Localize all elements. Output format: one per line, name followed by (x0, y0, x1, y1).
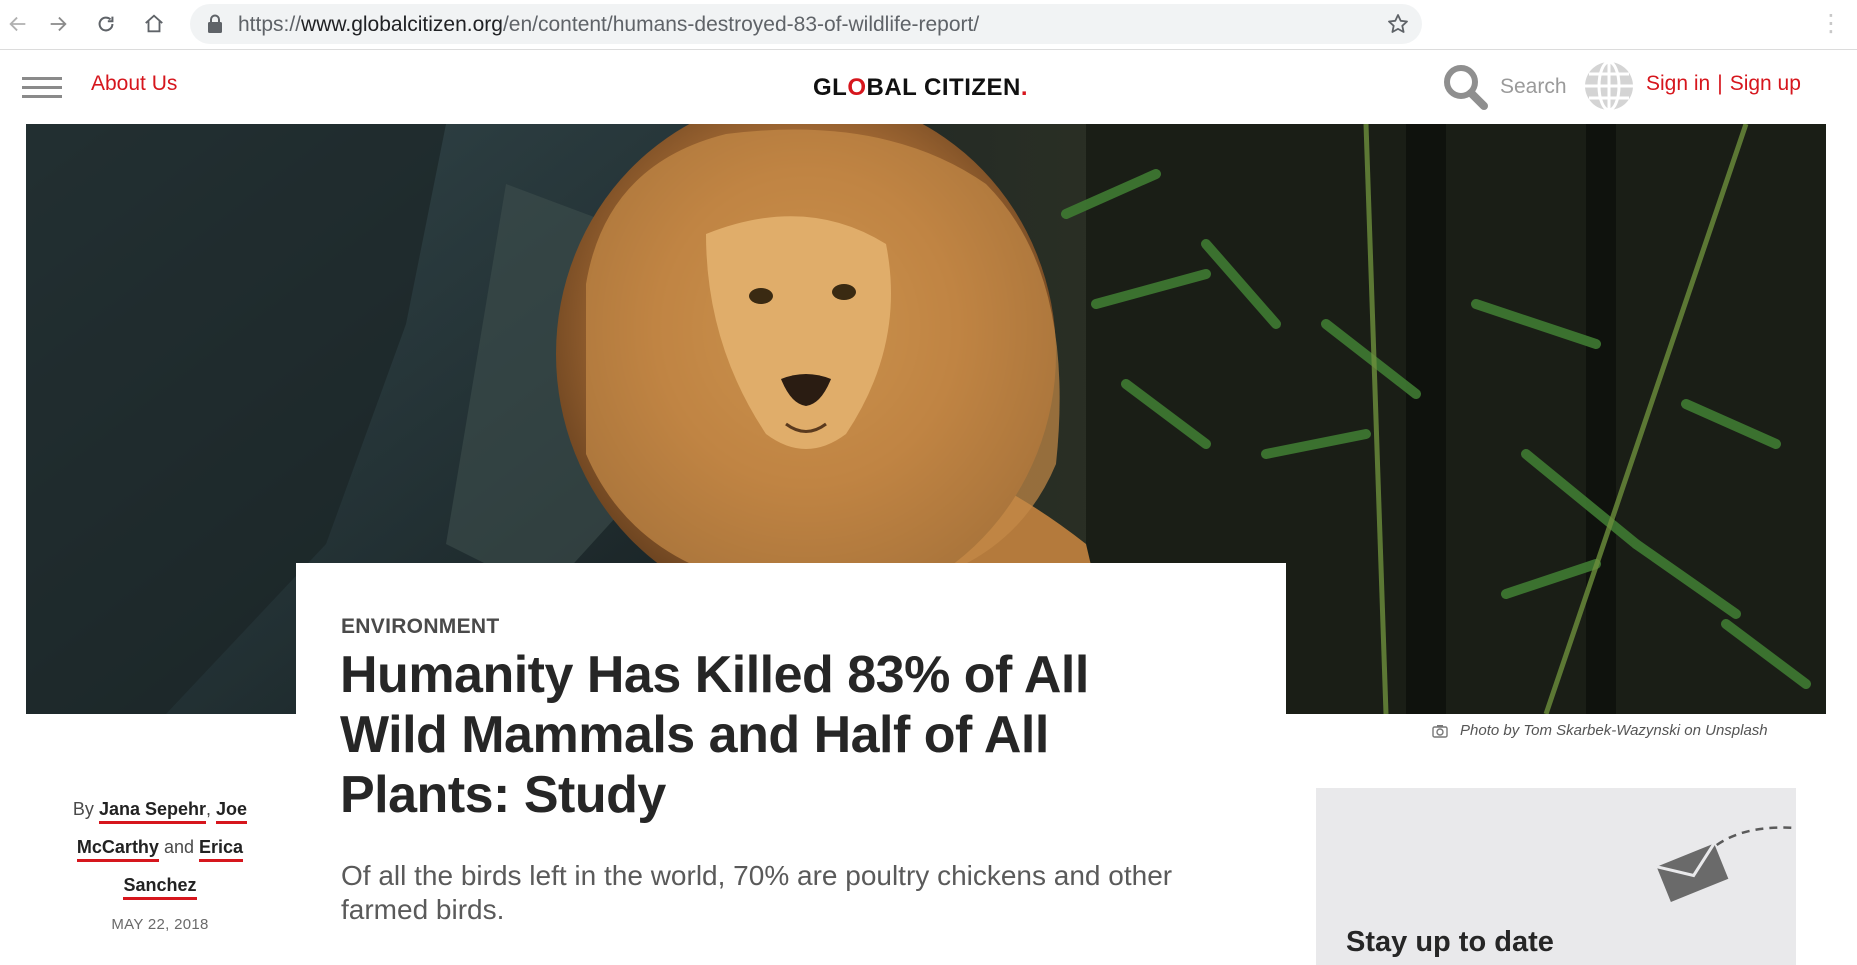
article-dek: Of all the birds left in the world, 70% … (341, 860, 1173, 925)
hamburger-menu-icon[interactable] (22, 77, 62, 99)
about-us-link[interactable]: About Us (91, 72, 177, 96)
newsletter-title: Stay up to date (1346, 926, 1554, 958)
article-header-card: ENVIRONMENT Humanity Has Killed 83% of A… (296, 563, 1286, 965)
url-text[interactable]: https://www.globalcitizen.org/en/content… (238, 13, 979, 37)
search-button[interactable]: Search (1440, 59, 1567, 115)
reload-icon[interactable] (88, 6, 124, 42)
site-header: About Us GLOBAL CITIZEN. Search Sign in |… (0, 50, 1857, 124)
byline: By Jana Sepehr, Joe McCarthy and Erica S… (50, 790, 270, 904)
photo-credit-text: Photo by Tom Skarbek-Wazynski on Unsplas… (1460, 722, 1768, 739)
language-globe-icon[interactable] (1582, 59, 1636, 113)
camera-icon (1432, 724, 1448, 738)
sign-up-link[interactable]: Sign up (1730, 72, 1801, 95)
category-link[interactable]: ENVIRONMENT (341, 615, 499, 639)
sign-in-link[interactable]: Sign in (1646, 72, 1710, 95)
browser-toolbar: https://www.globalcitizen.org/en/content… (0, 0, 1857, 50)
auth-separator: | (1717, 72, 1723, 95)
search-icon (1444, 65, 1488, 110)
search-label: Search (1500, 75, 1567, 98)
newsletter-signup-panel: Stay up to date (1316, 788, 1796, 965)
back-arrow-icon[interactable] (0, 6, 36, 42)
publish-date: MAY 22, 2018 (111, 916, 209, 933)
url-host: www.globalcitizen.org (301, 13, 503, 36)
article-headline: Humanity Has Killed 83% of All Wild Mamm… (340, 646, 1089, 824)
url-path: /en/content/humans-destroyed-83-of-wildl… (502, 13, 980, 36)
byline-and: and (163, 837, 195, 857)
byline-comma: , (206, 799, 212, 819)
global-citizen-logo[interactable]: GLOBAL CITIZEN. (813, 74, 1028, 102)
address-bar[interactable]: https://www.globalcitizen.org/en/content… (190, 4, 1422, 44)
forward-arrow-icon[interactable] (40, 6, 76, 42)
lock-icon[interactable] (206, 14, 224, 34)
author-link[interactable]: Jana Sepehr (98, 799, 207, 824)
browser-menu-icon[interactable]: ⋮ (1819, 10, 1843, 38)
star-icon[interactable] (1386, 12, 1410, 36)
home-icon[interactable] (136, 6, 172, 42)
byline-prefix: By (72, 799, 94, 819)
auth-links: Sign in | Sign up (1646, 72, 1801, 96)
photo-credit: Photo by Tom Skarbek-Wazynski on Unsplas… (1432, 722, 1768, 739)
paper-plane-envelope-icon (1656, 826, 1796, 902)
url-scheme: https:// (238, 13, 302, 36)
